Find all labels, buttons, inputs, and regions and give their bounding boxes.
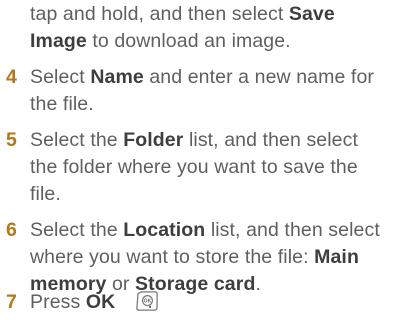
text: and enter a new name for (143, 66, 374, 88)
step-number-5: 5 (6, 129, 17, 151)
text: Select the (30, 219, 124, 241)
text: the file. (30, 93, 94, 115)
ui-term-location: Location (123, 219, 206, 241)
text: list, and then select (205, 219, 380, 241)
ui-term-name: Name (90, 66, 144, 88)
step-5-line-2: the folder where you want to save the (30, 156, 358, 178)
step-6-line-2: where you want to store the file: Main (30, 246, 359, 268)
text: where you want to store the file: (30, 246, 315, 268)
step-number-7: 7 (6, 291, 17, 313)
text: to download an image. (86, 30, 291, 52)
ui-term-folder: Folder (123, 129, 184, 151)
step-5-line-1: Select the Folder list, and then select (30, 129, 358, 151)
step-4-line-2: the file. (30, 93, 94, 115)
prev-step-line-1: tap and hold, and then select Save (30, 3, 335, 25)
instruction-page: tap and hold, and then select Save Image… (0, 0, 412, 320)
text: Press (30, 291, 86, 313)
text: list, and then select (183, 129, 358, 151)
text: . (255, 273, 261, 295)
step-6-line-1: Select the Location list, and then selec… (30, 219, 380, 241)
prev-step-line-2: Image to download an image. (30, 30, 291, 52)
text: tap and hold, and then select (30, 3, 289, 25)
step-number-6: 6 (6, 219, 17, 241)
text: the folder where you want to save the (30, 156, 358, 178)
ui-term-image: Image (30, 30, 87, 52)
step-number-4: 4 (6, 66, 17, 88)
text: Select the (30, 129, 124, 151)
ui-term-ok: OK (85, 291, 116, 313)
step-5-line-3: file. (30, 183, 61, 205)
ui-term-save: Save (288, 3, 335, 25)
text: file. (30, 183, 61, 205)
ui-term-main: Main (314, 246, 359, 268)
svg-text:OK: OK (144, 298, 152, 304)
text: Select (30, 66, 91, 88)
ok-key-icon: OK (136, 291, 158, 311)
step-4-line-1: Select Name and enter a new name for (30, 66, 374, 88)
